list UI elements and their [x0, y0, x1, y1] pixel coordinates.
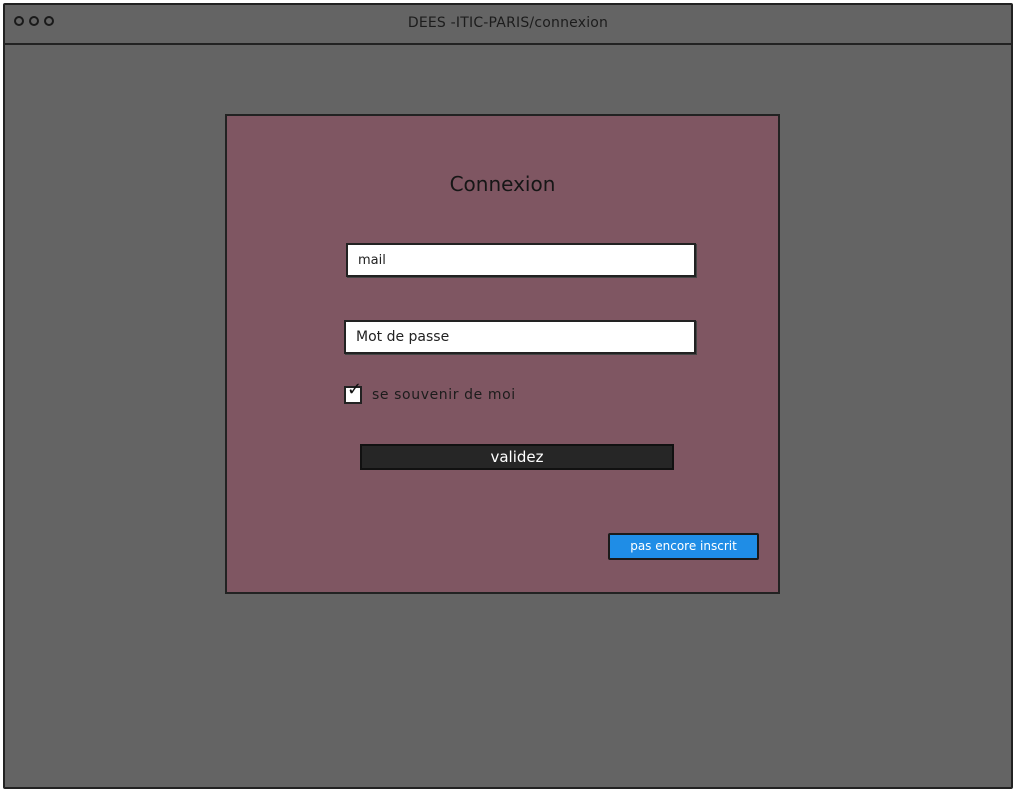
remember-me-label: se souvenir de moi [372, 387, 516, 403]
browser-window: DEES -ITIC-PARIS/connexion Connexion mai… [3, 3, 1013, 789]
login-panel: Connexion mail Mot de passe ✓ se souveni… [225, 114, 780, 594]
password-input[interactable]: Mot de passe [344, 320, 696, 354]
mail-input[interactable]: mail [346, 243, 696, 277]
window-title: DEES -ITIC-PARIS/connexion [407, 15, 609, 31]
signup-button[interactable]: pas encore inscrit [608, 533, 759, 560]
login-heading: Connexion [449, 172, 556, 196]
check-icon: ✓ [347, 379, 363, 400]
title-bar: DEES -ITIC-PARIS/connexion [5, 5, 1011, 45]
remember-me-row[interactable]: ✓ se souvenir de moi [344, 381, 516, 404]
remember-me-checkbox[interactable]: ✓ [344, 381, 362, 404]
submit-button[interactable]: validez [360, 444, 674, 470]
